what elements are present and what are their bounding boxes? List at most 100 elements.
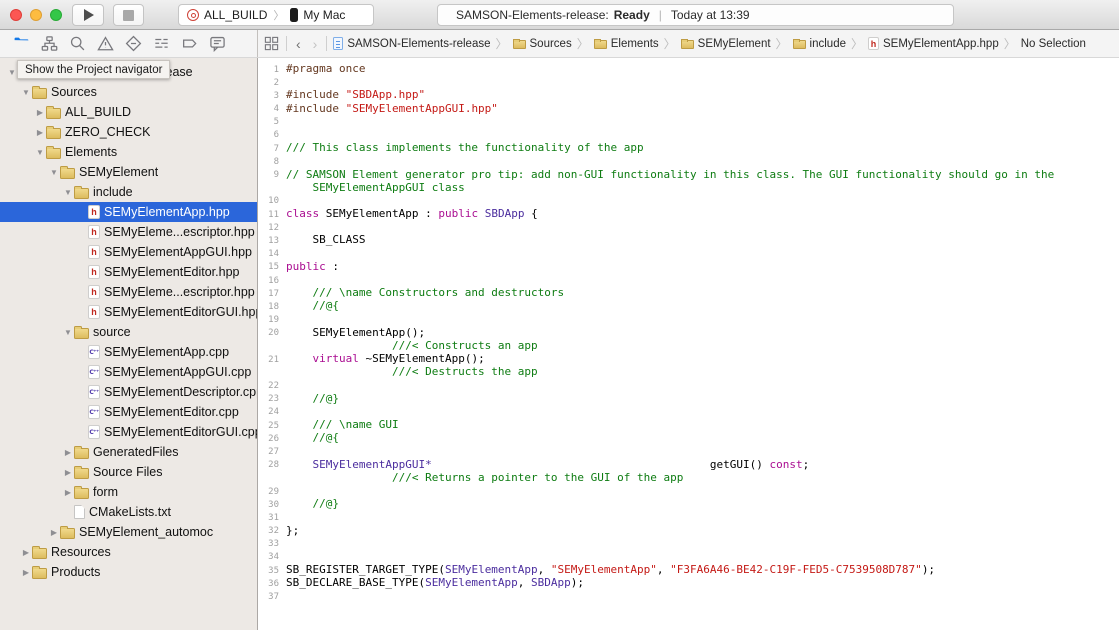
breadcrumb-item[interactable]: Elements (594, 38, 659, 50)
code-line[interactable]: 16 (258, 273, 1119, 286)
code-line[interactable]: 37 (258, 590, 1119, 603)
breadcrumb-item[interactable]: Sources (513, 38, 572, 50)
code-line[interactable]: 36SB_DECLARE_BASE_TYPE(SEMyElementApp, S… (258, 576, 1119, 589)
code-line[interactable]: 14 (258, 247, 1119, 260)
sidebar-row[interactable]: SEMyElementEditorGUI.cpp (0, 422, 257, 442)
code-line[interactable]: 28 SEMyElementAppGUI* getGUI() const; (258, 458, 1119, 471)
code-line[interactable]: 32}; (258, 524, 1119, 537)
code-line[interactable]: 29 (258, 484, 1119, 497)
close-window-button[interactable] (10, 9, 22, 21)
sidebar-row[interactable]: ▶GeneratedFiles (0, 442, 257, 462)
code-line[interactable]: 20 SEMyElementApp(); (258, 326, 1119, 339)
sidebar-row[interactable]: SEMyElementDescriptor.cpp (0, 382, 257, 402)
related-items-icon[interactable] (263, 35, 280, 52)
disclosure-closed-icon[interactable]: ▶ (62, 488, 74, 497)
scheme-destination[interactable]: My Mac (303, 8, 345, 22)
sidebar-row[interactable]: ▼SEMyElement (0, 162, 257, 182)
disclosure-closed-icon[interactable]: ▶ (20, 568, 32, 577)
sidebar-row[interactable]: SEMyElementAppGUI.cpp (0, 362, 257, 382)
code-line[interactable]: 19 (258, 313, 1119, 326)
breakpoint-navigator-icon[interactable] (181, 35, 198, 52)
project-navigator-icon[interactable] (13, 35, 30, 52)
code-line[interactable]: 22 (258, 379, 1119, 392)
code-line[interactable]: ///< Constructs an app (258, 339, 1119, 352)
code-line[interactable]: 35SB_REGISTER_TARGET_TYPE(SEMyElementApp… (258, 563, 1119, 576)
code-line[interactable]: 30 //@} (258, 497, 1119, 510)
breadcrumb-item[interactable]: No Selection (1021, 38, 1086, 50)
code-line[interactable]: 21 virtual ~SEMyElementApp(); (258, 352, 1119, 365)
code-line[interactable]: 8 (258, 154, 1119, 167)
code-line[interactable]: 33 (258, 537, 1119, 550)
minimize-window-button[interactable] (30, 9, 42, 21)
code-line[interactable]: 18 //@{ (258, 299, 1119, 312)
code-line[interactable]: 17 /// \name Constructors and destructor… (258, 286, 1119, 299)
breadcrumb-label[interactable]: Sources (530, 38, 572, 50)
debug-navigator-icon[interactable] (153, 35, 170, 52)
disclosure-closed-icon[interactable]: ▶ (62, 448, 74, 457)
code-line[interactable]: ///< Destructs the app (258, 365, 1119, 378)
breadcrumb-item[interactable]: SEMyElement (681, 38, 771, 50)
sidebar-row[interactable]: SEMyElementAppGUI.hpp (0, 242, 257, 262)
code-line[interactable]: 12 (258, 220, 1119, 233)
source-editor[interactable]: 1#pragma once23#include "SBDApp.hpp"4#in… (258, 58, 1119, 630)
sidebar-row[interactable]: ▶form (0, 482, 257, 502)
sidebar-row[interactable]: SEMyEleme...escriptor.hpp (0, 282, 257, 302)
code-line[interactable]: 25 /// \name GUI (258, 418, 1119, 431)
code-line[interactable]: 26 //@{ (258, 431, 1119, 444)
code-line[interactable]: 5 (258, 115, 1119, 128)
go-forward-button[interactable]: › (310, 37, 321, 51)
disclosure-open-icon[interactable]: ▼ (34, 148, 46, 157)
code-line[interactable]: 23 //@} (258, 392, 1119, 405)
find-navigator-icon[interactable] (69, 35, 86, 52)
breadcrumb-label[interactable]: SEMyElement (698, 38, 771, 50)
sidebar-row[interactable]: ▶Products (0, 562, 257, 582)
code-line[interactable]: 4#include "SEMyElementAppGUI.hpp" (258, 102, 1119, 115)
code-line[interactable]: 9// SAMSON Element generator pro tip: ad… (258, 168, 1119, 181)
sidebar-row[interactable]: SEMyElementEditor.cpp (0, 402, 257, 422)
scheme-target[interactable]: ALL_BUILD (204, 8, 267, 22)
code-line[interactable]: 24 (258, 405, 1119, 418)
disclosure-closed-icon[interactable]: ▶ (20, 548, 32, 557)
issue-navigator-icon[interactable] (97, 35, 114, 52)
sidebar-row[interactable]: ▶SEMyElement_automoc (0, 522, 257, 542)
sidebar-row[interactable]: SEMyElementApp.cpp (0, 342, 257, 362)
disclosure-open-icon[interactable]: ▼ (62, 188, 74, 197)
code-line[interactable]: 1#pragma once (258, 62, 1119, 75)
sidebar-row[interactable]: SEMyElementApp.hpp (0, 202, 257, 222)
code-line[interactable]: 31 (258, 510, 1119, 523)
code-line[interactable]: 27 (258, 444, 1119, 457)
test-navigator-icon[interactable] (125, 35, 142, 52)
code-line[interactable]: SEMyElementAppGUI class (258, 181, 1119, 194)
zoom-window-button[interactable] (50, 9, 62, 21)
sidebar-row[interactable]: SEMyElementEditor.hpp (0, 262, 257, 282)
breadcrumb-item[interactable]: SEMyElementApp.hpp (868, 37, 999, 50)
breadcrumb-label[interactable]: SAMSON-Elements-release (347, 38, 490, 50)
sidebar-row[interactable]: SEMyEleme...escriptor.hpp (0, 222, 257, 242)
disclosure-open-icon[interactable]: ▼ (20, 88, 32, 97)
breadcrumb-item[interactable]: SAMSON-Elements-release (333, 37, 490, 50)
code-line[interactable]: 11class SEMyElementApp : public SBDApp { (258, 207, 1119, 220)
code-line[interactable]: 3#include "SBDApp.hpp" (258, 88, 1119, 101)
sidebar-row[interactable]: SEMyElementEditorGUI.hpp (0, 302, 257, 322)
disclosure-open-icon[interactable]: ▼ (62, 328, 74, 337)
code-line[interactable]: 2 (258, 75, 1119, 88)
run-button[interactable] (72, 4, 104, 26)
sidebar-row[interactable]: ▶Source Files (0, 462, 257, 482)
go-back-button[interactable]: ‹ (293, 37, 304, 51)
disclosure-closed-icon[interactable]: ▶ (34, 128, 46, 137)
breadcrumb-label[interactable]: No Selection (1021, 38, 1086, 50)
breadcrumb-label[interactable]: SEMyElementApp.hpp (883, 38, 999, 50)
disclosure-open-icon[interactable]: ▼ (48, 168, 60, 177)
code-line[interactable]: ///< Returns a pointer to the GUI of the… (258, 471, 1119, 484)
sidebar-row[interactable]: ▼Sources (0, 82, 257, 102)
sidebar-row[interactable]: CMakeLists.txt (0, 502, 257, 522)
symbol-navigator-icon[interactable] (41, 35, 58, 52)
disclosure-closed-icon[interactable]: ▶ (62, 468, 74, 477)
report-navigator-icon[interactable] (209, 35, 226, 52)
breadcrumb-label[interactable]: include (810, 38, 846, 50)
code-line[interactable]: 15public : (258, 260, 1119, 273)
sidebar-row[interactable]: ▼source (0, 322, 257, 342)
sidebar-row[interactable]: ▶ALL_BUILD (0, 102, 257, 122)
scheme-selector[interactable]: ALL_BUILD 〉 My Mac (178, 4, 374, 26)
breadcrumb-item[interactable]: include (793, 38, 846, 50)
